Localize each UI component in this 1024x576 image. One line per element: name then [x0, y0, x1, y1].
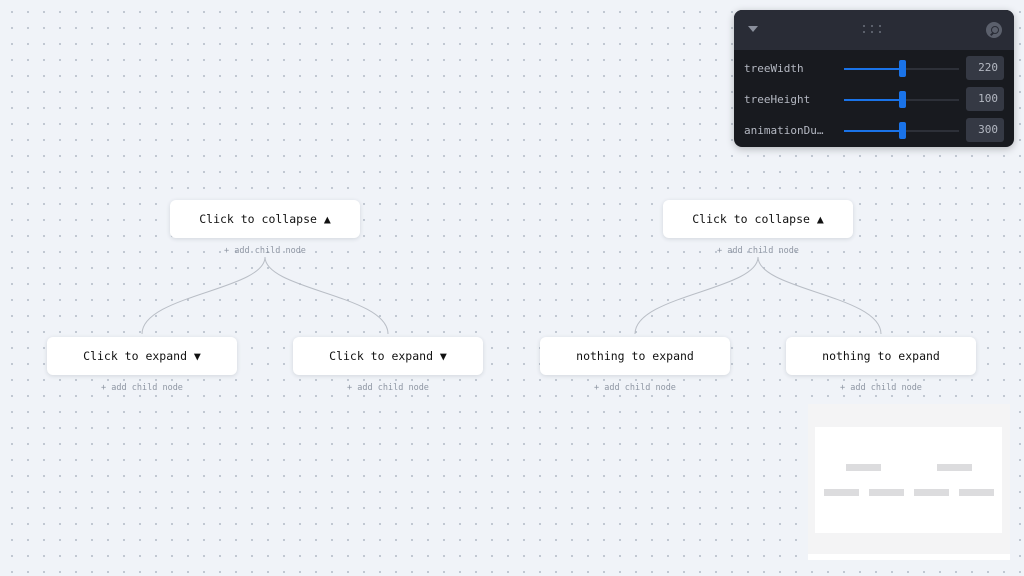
- tree-node-root-2-child-2[interactable]: nothing to expand: [786, 337, 976, 375]
- tree-node-root-1-child-2[interactable]: Click to expand ▼: [293, 337, 483, 375]
- control-label: animationDu…: [744, 124, 824, 137]
- slider-thumb[interactable]: [898, 60, 906, 77]
- slider-fill: [844, 130, 902, 132]
- control-row-tree-width: treeWidth 220: [734, 56, 1014, 82]
- slider-thumb[interactable]: [898, 122, 906, 139]
- tree-node-root-1[interactable]: Click to collapse ▲: [170, 200, 360, 238]
- tree-height-slider[interactable]: [844, 91, 959, 108]
- tree-width-value-input[interactable]: 220: [966, 56, 1004, 80]
- animation-duration-value-input[interactable]: 300: [966, 118, 1004, 142]
- controls-panel-header[interactable]: [734, 10, 1014, 50]
- tree-node-root-2-child-1[interactable]: nothing to expand: [540, 337, 730, 375]
- control-row-animation-duration: animationDu… 300: [734, 118, 1014, 144]
- add-child-node-link[interactable]: + add child node: [663, 246, 853, 256]
- control-label: treeHeight: [744, 93, 811, 106]
- add-child-node-link[interactable]: + add child node: [540, 383, 730, 393]
- minimap-node: [869, 489, 904, 496]
- slider-thumb[interactable]: [898, 91, 906, 108]
- add-child-node-link[interactable]: + add child node: [293, 383, 483, 393]
- node-label: Click to collapse ▲: [199, 212, 331, 226]
- node-label: nothing to expand: [576, 349, 694, 363]
- edge-root2-child2: [757, 256, 882, 335]
- tree-node-root-2[interactable]: Click to collapse ▲: [663, 200, 853, 238]
- add-child-node-link[interactable]: + add child node: [786, 383, 976, 393]
- drag-handle-icon[interactable]: [863, 25, 885, 35]
- chevron-down-icon[interactable]: [748, 26, 758, 32]
- node-label: Click to expand ▼: [83, 349, 201, 363]
- edge-root2-child1: [634, 256, 759, 335]
- minimap-node: [846, 464, 881, 471]
- minimap-footer: [808, 554, 1010, 560]
- control-label: treeWidth: [744, 62, 804, 75]
- add-child-node-link[interactable]: + add child node: [170, 246, 360, 256]
- minimap[interactable]: [808, 404, 1010, 560]
- node-label: Click to expand ▼: [329, 349, 447, 363]
- minimap-node: [914, 489, 949, 496]
- add-child-node-link[interactable]: + add child node: [47, 383, 237, 393]
- node-label: Click to collapse ▲: [692, 212, 824, 226]
- tree-node-root-1-child-1[interactable]: Click to expand ▼: [47, 337, 237, 375]
- edge-root1-child2: [264, 256, 389, 335]
- minimap-node: [937, 464, 972, 471]
- edge-root1-child1: [141, 256, 266, 335]
- search-icon[interactable]: [986, 22, 1002, 38]
- controls-panel: treeWidth 220 treeHeight 100 animationDu…: [734, 10, 1014, 147]
- animation-duration-slider[interactable]: [844, 122, 959, 139]
- control-row-tree-height: treeHeight 100: [734, 87, 1014, 113]
- node-label: nothing to expand: [822, 349, 940, 363]
- minimap-node: [824, 489, 859, 496]
- minimap-viewport[interactable]: [815, 427, 1002, 533]
- tree-width-slider[interactable]: [844, 60, 959, 77]
- slider-fill: [844, 99, 902, 101]
- minimap-node: [959, 489, 994, 496]
- slider-fill: [844, 68, 902, 70]
- tree-height-value-input[interactable]: 100: [966, 87, 1004, 111]
